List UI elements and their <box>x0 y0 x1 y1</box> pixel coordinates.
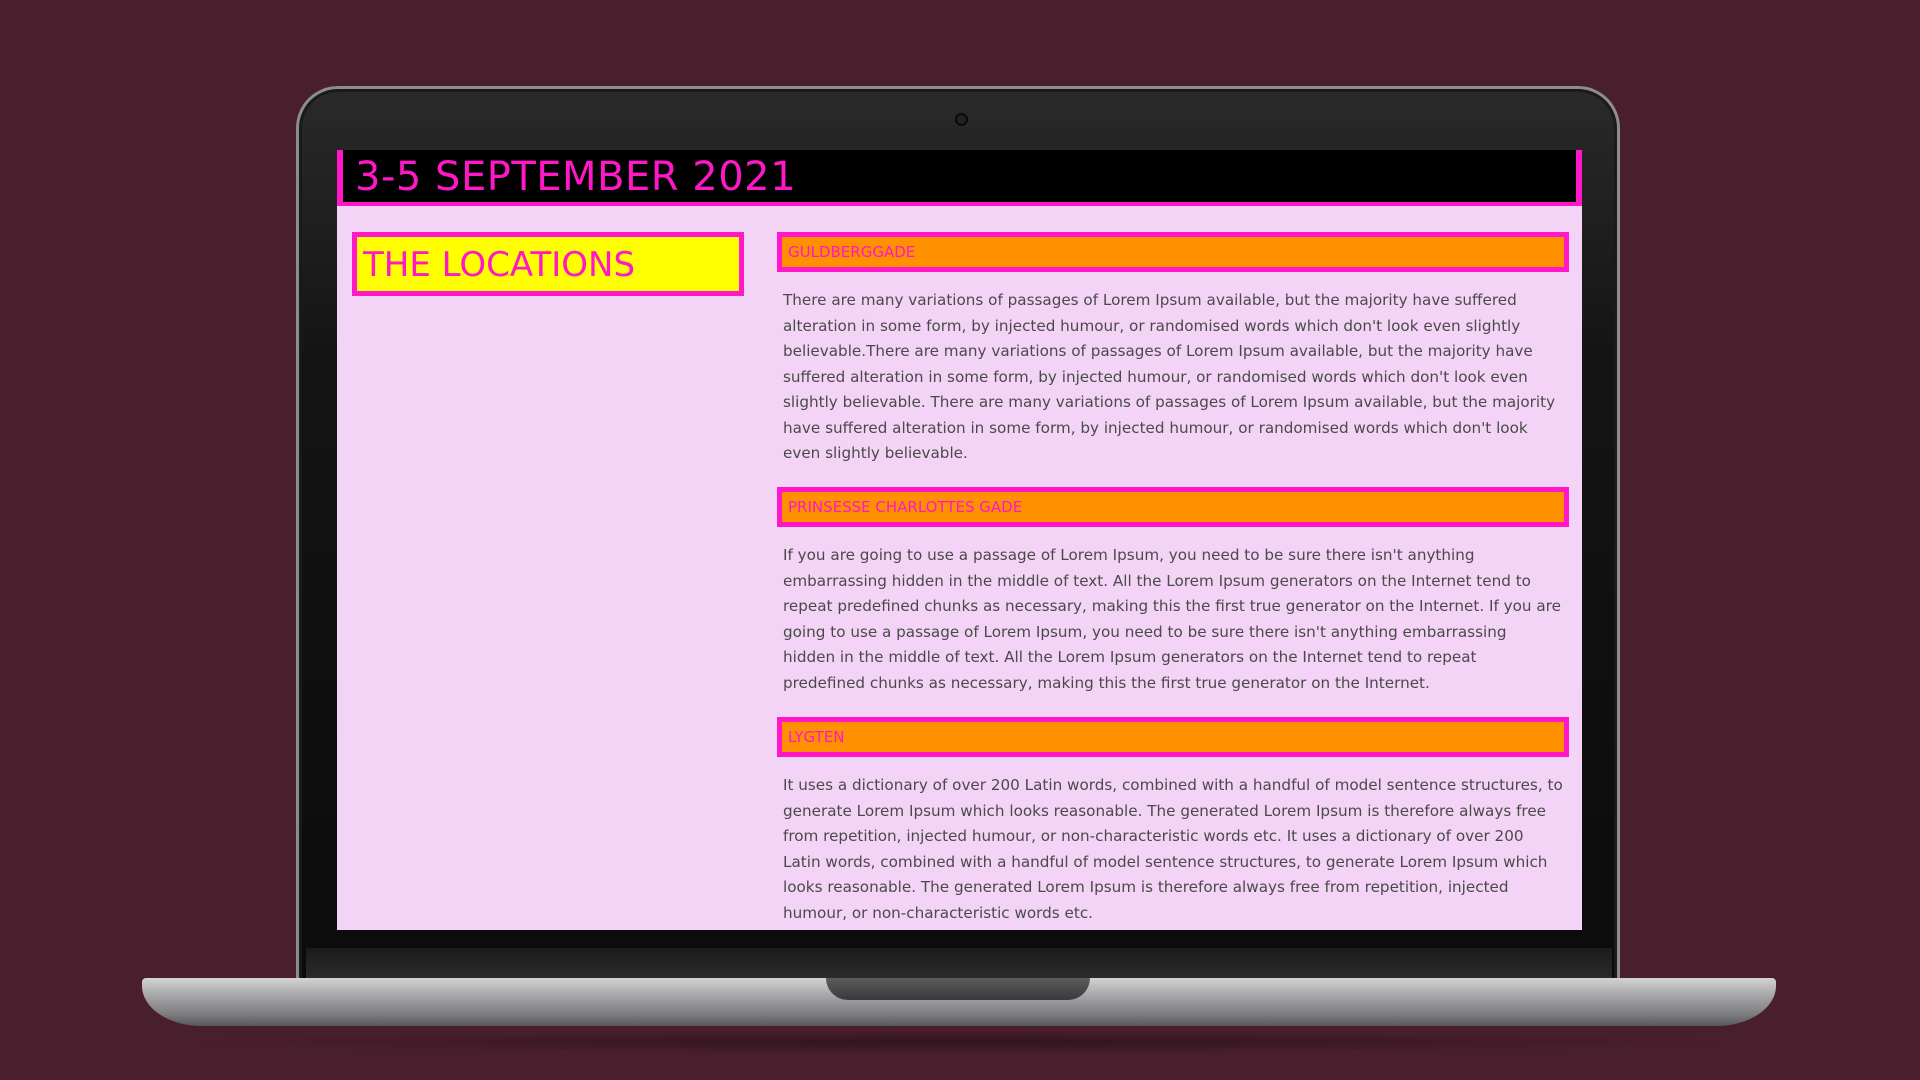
site-header: 3-5 SEPTEMBER 2021 <box>337 150 1582 206</box>
location-section-lygten: LYGTEN It uses a dictionary of over 200 … <box>777 717 1569 930</box>
webcam-icon <box>957 115 966 124</box>
location-heading: GULDBERGGADE <box>777 232 1569 272</box>
location-section-guldberggade: GULDBERGGADE There are many variations o… <box>777 232 1569 487</box>
mockup-stage: 3-5 SEPTEMBER 2021 THE LOCATIONS GULDBER… <box>0 0 1920 1080</box>
locations-heading: THE LOCATIONS <box>363 245 636 285</box>
laptop-opening-notch <box>826 978 1090 1000</box>
location-description: If you are going to use a passage of Lor… <box>783 546 1561 692</box>
location-description: There are many variations of passages of… <box>783 291 1556 462</box>
laptop-screen: 3-5 SEPTEMBER 2021 THE LOCATIONS GULDBER… <box>337 150 1582 930</box>
location-heading: LYGTEN <box>777 717 1569 757</box>
location-heading: PRINSESSE CHARLOTTES GADE <box>777 487 1569 527</box>
location-description: It uses a dictionary of over 200 Latin w… <box>783 776 1563 922</box>
locations-title-box: THE LOCATIONS <box>352 232 744 296</box>
locations-list: GULDBERGGADE There are many variations o… <box>777 232 1569 930</box>
location-section-prinsesse-charlottes-gade: PRINSESSE CHARLOTTES GADE If you are goi… <box>777 487 1569 717</box>
event-date-title: 3-5 SEPTEMBER 2021 <box>355 154 797 200</box>
laptop-shadow <box>160 1030 1760 1054</box>
laptop-bezel-chin <box>306 948 1612 978</box>
